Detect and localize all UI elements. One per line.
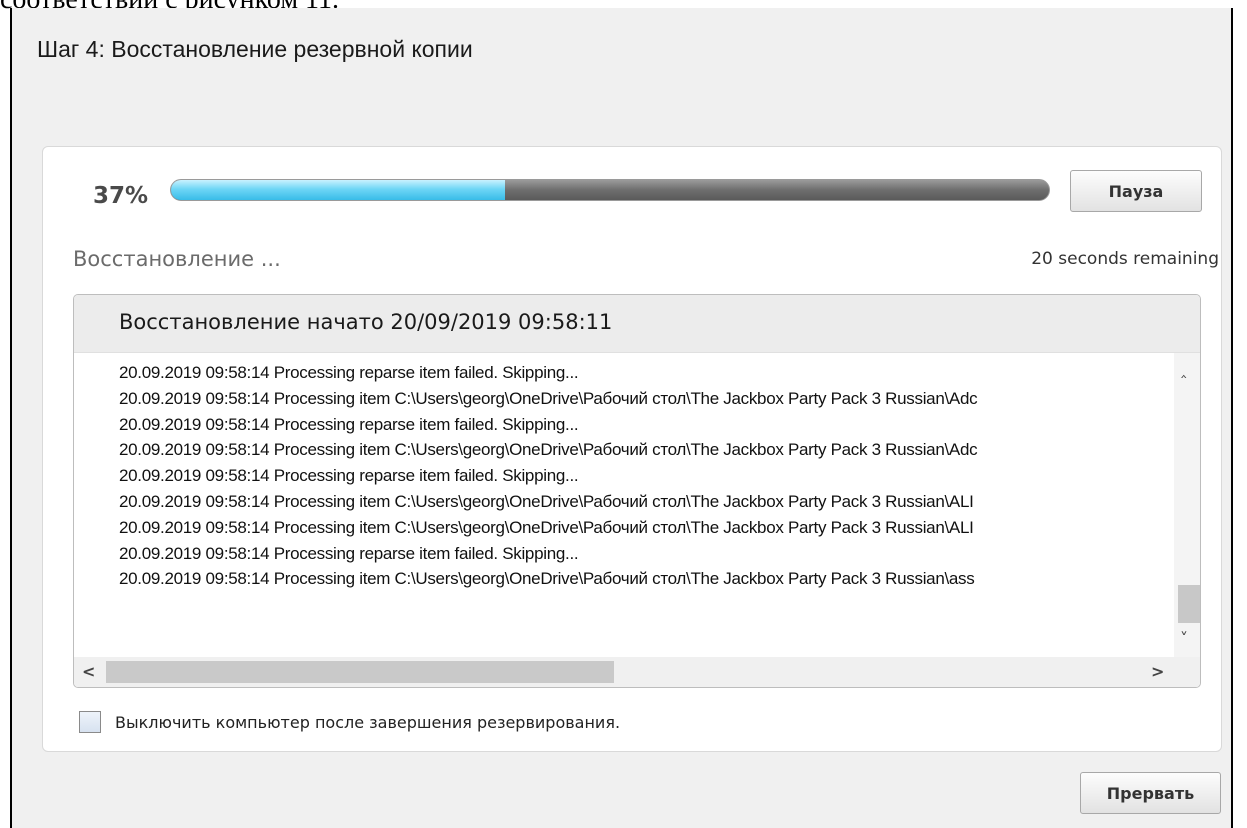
progress-percent: 37% <box>93 183 149 209</box>
log-line: 20.09.2019 09:58:14 Processing item C:\U… <box>119 517 974 537</box>
horizontal-scrollbar[interactable]: < > <box>74 657 1200 687</box>
pause-button[interactable]: Пауза <box>1070 170 1202 212</box>
restore-panel: 37% Пауза Восстановление ... 20 seconds … <box>42 146 1222 752</box>
log-viewer[interactable]: Восстановление начато 20/09/2019 09:58:1… <box>73 294 1201 688</box>
progress-fill <box>171 180 505 200</box>
time-remaining: 20 seconds remaining <box>1031 249 1219 269</box>
vertical-scrollbar[interactable]: ‸ ˅ <box>1174 353 1200 659</box>
horizontal-scrollbar-thumb[interactable] <box>106 661 614 683</box>
shutdown-checkbox[interactable] <box>79 711 101 733</box>
log-header-title: Восстановление начато 20/09/2019 09:58:1… <box>119 310 613 334</box>
stop-button[interactable]: Прервать <box>1080 772 1221 814</box>
step-title: Шаг 4: Восстановление резервной копии <box>37 36 473 62</box>
log-header: Восстановление начато 20/09/2019 09:58:1… <box>74 295 1200 353</box>
chevron-up-icon[interactable]: ‸ <box>1181 361 1186 377</box>
shutdown-option[interactable]: Выключить компьютер после завершения рез… <box>79 711 620 733</box>
log-line: 20.09.2019 09:58:14 Processing reparse i… <box>119 543 579 563</box>
log-line: 20.09.2019 09:58:14 Processing item C:\U… <box>119 388 978 408</box>
backup-restore-window: Шаг 4: Восстановление резервной копии 37… <box>10 8 1233 828</box>
log-line: 20.09.2019 09:58:14 Processing reparse i… <box>119 363 579 382</box>
chevron-left-icon[interactable]: < <box>82 664 95 680</box>
log-line: 20.09.2019 09:58:14 Processing reparse i… <box>119 414 579 434</box>
status-text: Восстановление ... <box>73 247 281 271</box>
log-line: 20.09.2019 09:58:14 Processing item C:\U… <box>119 569 975 589</box>
log-line: 20.09.2019 09:58:14 Processing item C:\U… <box>119 491 974 511</box>
chevron-down-icon[interactable]: ˅ <box>1180 631 1188 647</box>
log-lines: 20.09.2019 09:58:14 Processing reparse i… <box>119 360 1169 646</box>
log-line: 20.09.2019 09:58:14 Processing item C:\U… <box>119 440 978 460</box>
vertical-scrollbar-thumb[interactable] <box>1178 585 1200 623</box>
shutdown-checkbox-label[interactable]: Выключить компьютер после завершения рез… <box>115 713 620 732</box>
progress-bar <box>170 179 1050 201</box>
chevron-right-icon[interactable]: > <box>1151 664 1164 680</box>
log-line: 20.09.2019 09:58:14 Processing reparse i… <box>119 466 579 486</box>
